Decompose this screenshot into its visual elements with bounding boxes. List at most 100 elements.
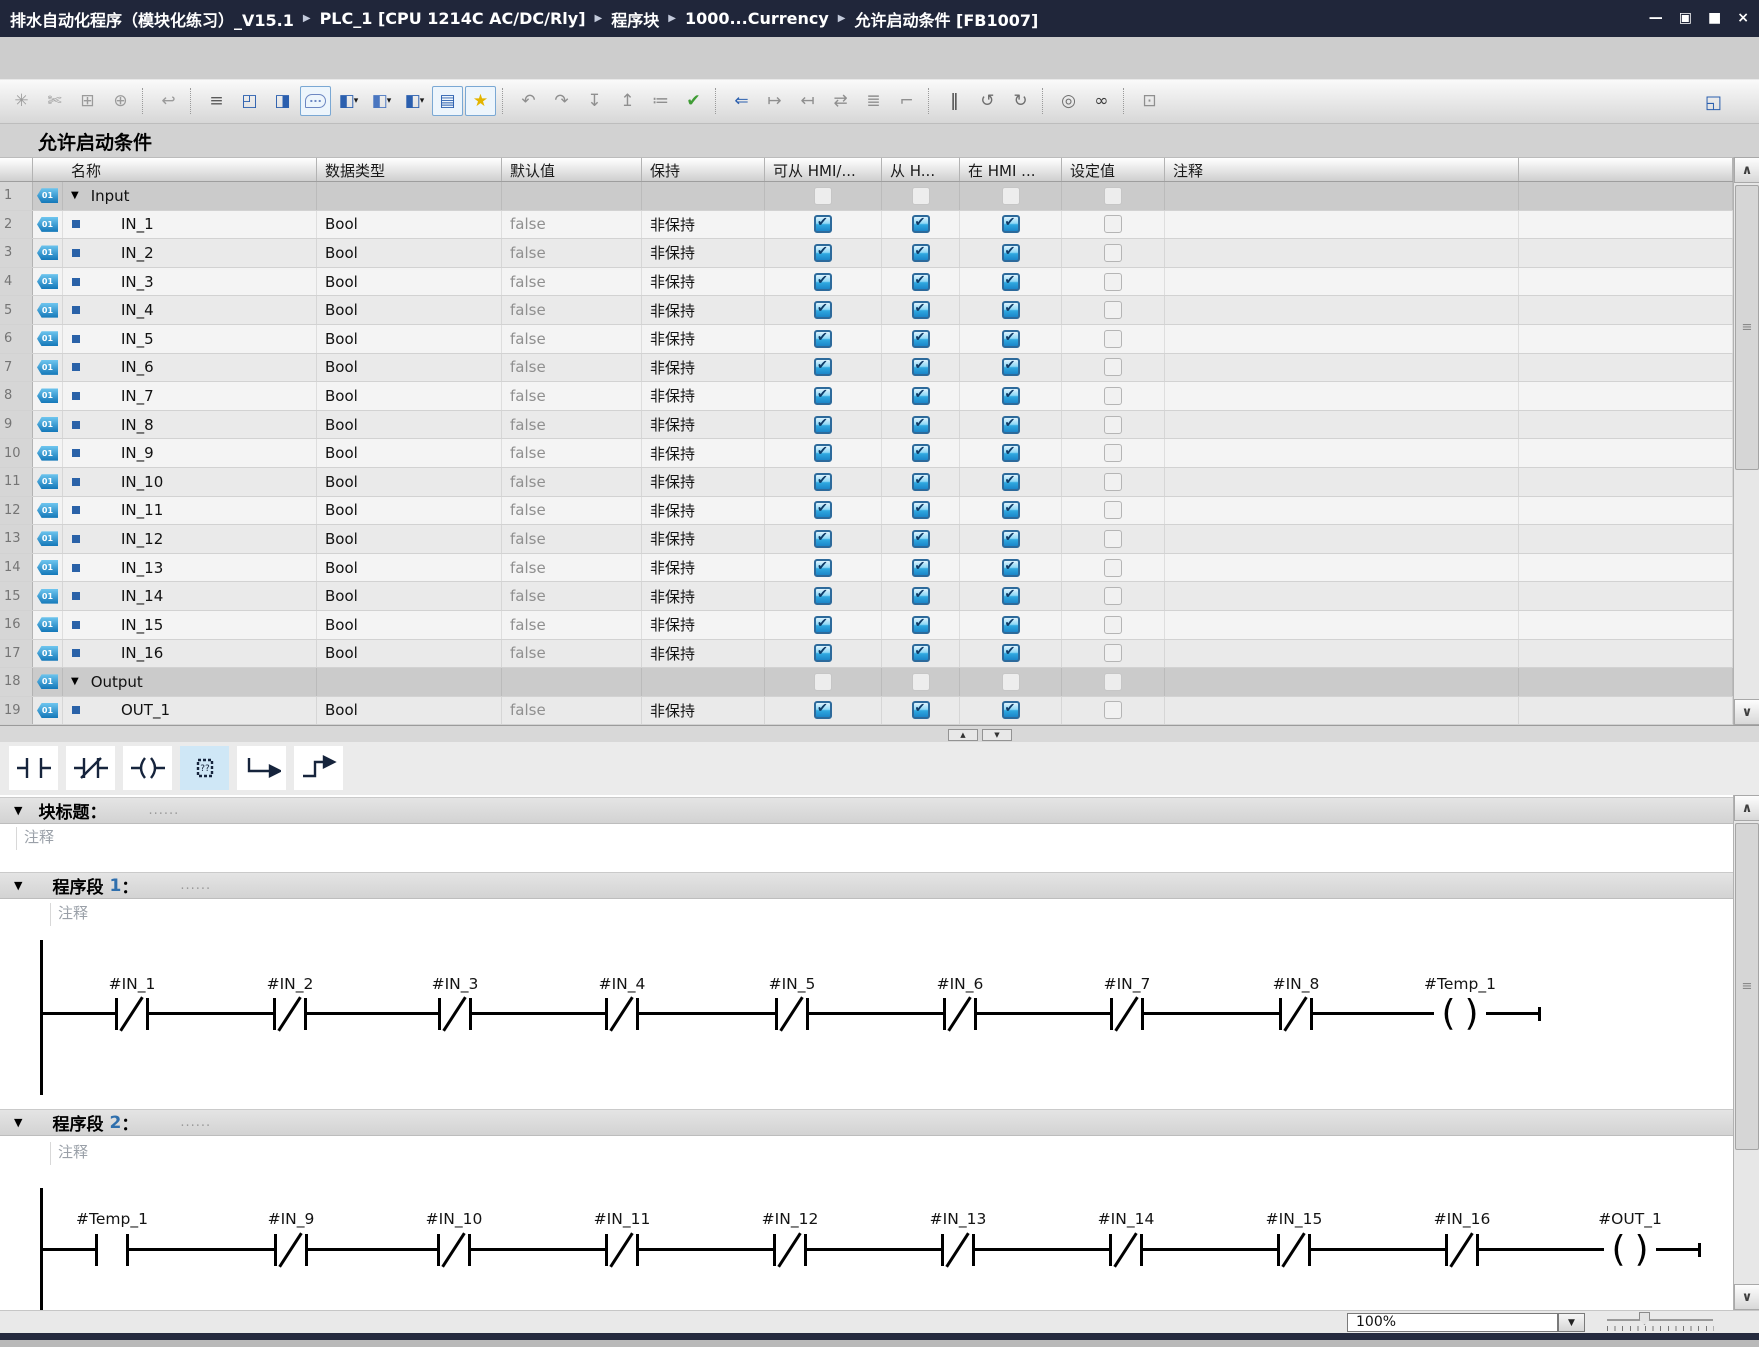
retain-cell[interactable] [642, 182, 765, 210]
save-snapshot-icon[interactable]: ↥ [612, 86, 643, 116]
monitoring-glasses-icon[interactable]: ∞ [1086, 86, 1117, 116]
setpoint-checkbox[interactable] [1104, 416, 1122, 434]
datatype-cell[interactable]: Bool [317, 411, 502, 439]
comment-cell[interactable] [1165, 525, 1519, 553]
favorite-coil-button[interactable] [123, 746, 172, 790]
comment-cell[interactable] [1165, 640, 1519, 668]
setpoint-checkbox[interactable] [1104, 587, 1122, 605]
setpoint-checkbox[interactable] [1104, 673, 1122, 691]
favorite-close-branch-button[interactable] [294, 746, 343, 790]
operand-label[interactable]: #IN_2 [267, 975, 314, 995]
outdent-icon[interactable]: ↤ [792, 86, 823, 116]
default-value-cell[interactable]: false [502, 697, 642, 725]
row-name[interactable]: IN_9 [121, 444, 154, 462]
collapse-triangle-icon[interactable]: ▼ [14, 1116, 22, 1129]
retain-cell[interactable]: 非保持 [642, 697, 765, 725]
table-row[interactable]: 1001IN_9Boolfalse非保持 [0, 439, 1733, 468]
table-row[interactable]: 1801▼Output [0, 668, 1733, 697]
comment-cell[interactable] [1165, 211, 1519, 239]
know-how-protection-icon[interactable]: ⊡ [1134, 86, 1165, 116]
table-row[interactable]: 601IN_5Boolfalse非保持 [0, 325, 1733, 354]
hmi-writable-checkbox[interactable] [912, 587, 930, 605]
add-network-icon[interactable]: ⊕ [105, 86, 136, 116]
nc-contact-element[interactable] [1445, 1234, 1479, 1266]
row-name[interactable]: IN_3 [121, 273, 154, 291]
nc-contact-element[interactable] [1279, 998, 1313, 1030]
split-editor-horizontal-icon[interactable]: ◰ [234, 86, 265, 116]
row-name[interactable]: IN_14 [121, 587, 163, 605]
tag-comments-icon[interactable]: ◧▾ [366, 86, 397, 116]
zoom-slider-track[interactable] [1607, 1319, 1713, 1321]
hmi-writable-checkbox[interactable] [912, 673, 930, 691]
table-scroll-up-button[interactable]: ∧ [1734, 157, 1759, 183]
default-value-cell[interactable]: false [502, 296, 642, 324]
name-cell[interactable]: IN_8 [63, 411, 317, 439]
hmi-writable-checkbox[interactable] [912, 244, 930, 262]
undo-icon[interactable]: ↶ [513, 86, 544, 116]
splitter-collapse-down-button[interactable]: ▼ [982, 729, 1012, 741]
comment-cell[interactable] [1165, 325, 1519, 353]
name-cell[interactable]: IN_7 [63, 382, 317, 410]
retain-cell[interactable]: 非保持 [642, 468, 765, 496]
operand-label[interactable]: #IN_7 [1104, 975, 1151, 995]
collapse-networks-icon[interactable]: ⌐ [891, 86, 922, 116]
block-title-bar[interactable]: ▼ 块标题： ...... [0, 797, 1733, 824]
editor-layout-icon[interactable]: ◱ [1698, 87, 1729, 117]
row-name[interactable]: IN_12 [121, 530, 163, 548]
hmi-writable-checkbox[interactable] [912, 215, 930, 233]
hmi-visible-checkbox[interactable] [1002, 501, 1020, 519]
default-value-cell[interactable]: false [502, 239, 642, 267]
setpoint-checkbox[interactable] [1104, 358, 1122, 376]
load-snapshot-icon[interactable]: ↧ [579, 86, 610, 116]
dropdown-arrow-icon[interactable]: ▾ [387, 96, 392, 106]
hmi-accessible-checkbox[interactable] [814, 387, 832, 405]
datatype-cell[interactable]: Bool [317, 296, 502, 324]
hmi-visible-checkbox[interactable] [1002, 330, 1020, 348]
hmi-writable-checkbox[interactable] [912, 330, 930, 348]
row-name[interactable]: IN_1 [121, 215, 154, 233]
network-comment-placeholder[interactable]: 注释 [50, 903, 88, 926]
table-row[interactable]: 1901OUT_1Boolfalse非保持 [0, 697, 1733, 726]
table-row[interactable]: 701IN_6Boolfalse非保持 [0, 354, 1733, 383]
name-cell[interactable]: IN_13 [63, 554, 317, 582]
hmi-writable-checkbox[interactable] [912, 273, 930, 291]
breadcrumb-item[interactable]: 允许启动条件 [FB1007] [854, 7, 1038, 31]
table-row[interactable]: 1601IN_15Boolfalse非保持 [0, 611, 1733, 640]
compile-icon[interactable]: ✔ [678, 86, 709, 116]
hmi-writable-checkbox[interactable] [912, 187, 930, 205]
hmi-visible-checkbox[interactable] [1002, 215, 1020, 233]
operand-label[interactable]: #IN_3 [432, 975, 479, 995]
nc-contact-element[interactable] [943, 998, 977, 1030]
nc-contact-element[interactable] [1109, 1234, 1143, 1266]
nc-contact-element[interactable] [941, 1234, 975, 1266]
table-row[interactable]: 1401IN_13Boolfalse非保持 [0, 554, 1733, 583]
hmi-visible-checkbox[interactable] [1002, 244, 1020, 262]
operand-label[interactable]: #IN_12 [762, 1210, 819, 1230]
operand-label[interactable]: #IN_13 [930, 1210, 987, 1230]
favorite-open-branch-button[interactable] [237, 746, 286, 790]
hmi-accessible-checkbox[interactable] [814, 330, 832, 348]
retain-cell[interactable]: 非保持 [642, 354, 765, 382]
setpoint-checkbox[interactable] [1104, 387, 1122, 405]
setpoint-checkbox[interactable] [1104, 301, 1122, 319]
default-value-cell[interactable] [502, 182, 642, 210]
name-cell[interactable]: IN_9 [63, 439, 317, 467]
keep-actual-values-icon[interactable]: ↩ [153, 86, 184, 116]
delete-row-icon[interactable]: ✄ [39, 86, 70, 116]
default-value-cell[interactable]: false [502, 525, 642, 553]
setpoint-checkbox[interactable] [1104, 187, 1122, 205]
comment-cell[interactable] [1165, 497, 1519, 525]
operand-label[interactable]: #IN_10 [426, 1210, 483, 1230]
block-title-placeholder[interactable]: ...... [148, 803, 179, 818]
comment-cell[interactable] [1165, 411, 1519, 439]
hmi-accessible-checkbox[interactable] [814, 616, 832, 634]
datatype-cell[interactable]: Bool [317, 697, 502, 725]
coil-element[interactable]: () [1604, 1232, 1656, 1268]
hmi-visible-checkbox[interactable] [1002, 416, 1020, 434]
row-name[interactable]: Input [91, 187, 130, 205]
table-row[interactable]: 901IN_8Boolfalse非保持 [0, 411, 1733, 440]
splitter-collapse-up-button[interactable]: ▲ [948, 729, 978, 741]
table-row[interactable]: 1501IN_14Boolfalse非保持 [0, 582, 1733, 611]
comment-cell[interactable] [1165, 354, 1519, 382]
datatype-cell[interactable]: Bool [317, 525, 502, 553]
